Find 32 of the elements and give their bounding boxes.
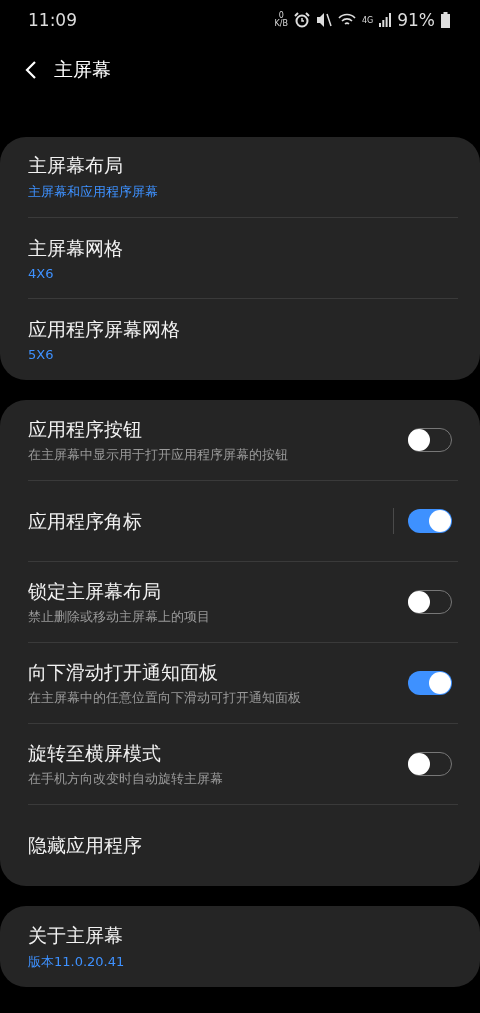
setting-title[interactable]: 主屏幕网格: [28, 235, 452, 261]
setting-description: 在主屏幕中显示用于打开应用程序屏幕的按钮: [28, 446, 289, 464]
setting-title[interactable]: 向下滑动打开通知面板: [28, 659, 394, 685]
net-speed-value: 0: [278, 12, 284, 20]
setting-title[interactable]: 锁定主屏幕布局: [28, 578, 394, 604]
toggle-switch[interactable]: [408, 671, 452, 695]
mute-icon: [315, 12, 332, 28]
setting-title[interactable]: 主屏幕布局: [28, 153, 452, 178]
alarm-icon: [293, 12, 310, 28]
wifi-icon: [337, 12, 356, 28]
battery-icon: [441, 12, 450, 28]
setting-title[interactable]: 应用程序屏幕网格: [28, 317, 452, 342]
setting-title[interactable]: 关于主屏幕: [28, 922, 452, 948]
setting-title[interactable]: 应用程序角标: [28, 508, 379, 534]
net-speed-unit: K/B: [274, 20, 288, 28]
status-time: 11:09: [28, 10, 78, 30]
setting-value: 版本11.0.20.41: [28, 952, 126, 971]
setting-description: 禁止删除或移动主屏幕上的项目: [28, 608, 211, 626]
toggle-switch[interactable]: [408, 509, 452, 533]
setting-value: 5X6: [28, 347, 55, 362]
setting-value: 主屏幕和应用程序屏幕: [28, 183, 159, 201]
setting-description: 在主屏幕中的任意位置向下滑动可打开通知面板: [28, 689, 302, 707]
setting-value: 4X6: [28, 265, 55, 281]
setting-title[interactable]: 旋转至横屏模式: [28, 740, 394, 766]
battery-percent: 91%: [397, 10, 435, 30]
setting-title[interactable]: 隐藏应用程序: [28, 833, 452, 858]
back-icon[interactable]: [24, 60, 38, 80]
setting-title[interactable]: 应用程序按钮: [28, 416, 394, 442]
signal-icon: [379, 13, 392, 27]
page-title: 主屏幕: [54, 57, 111, 82]
network-type: 4G: [361, 15, 374, 25]
setting-description: 在手机方向改变时自动旋转主屏幕: [28, 770, 224, 788]
